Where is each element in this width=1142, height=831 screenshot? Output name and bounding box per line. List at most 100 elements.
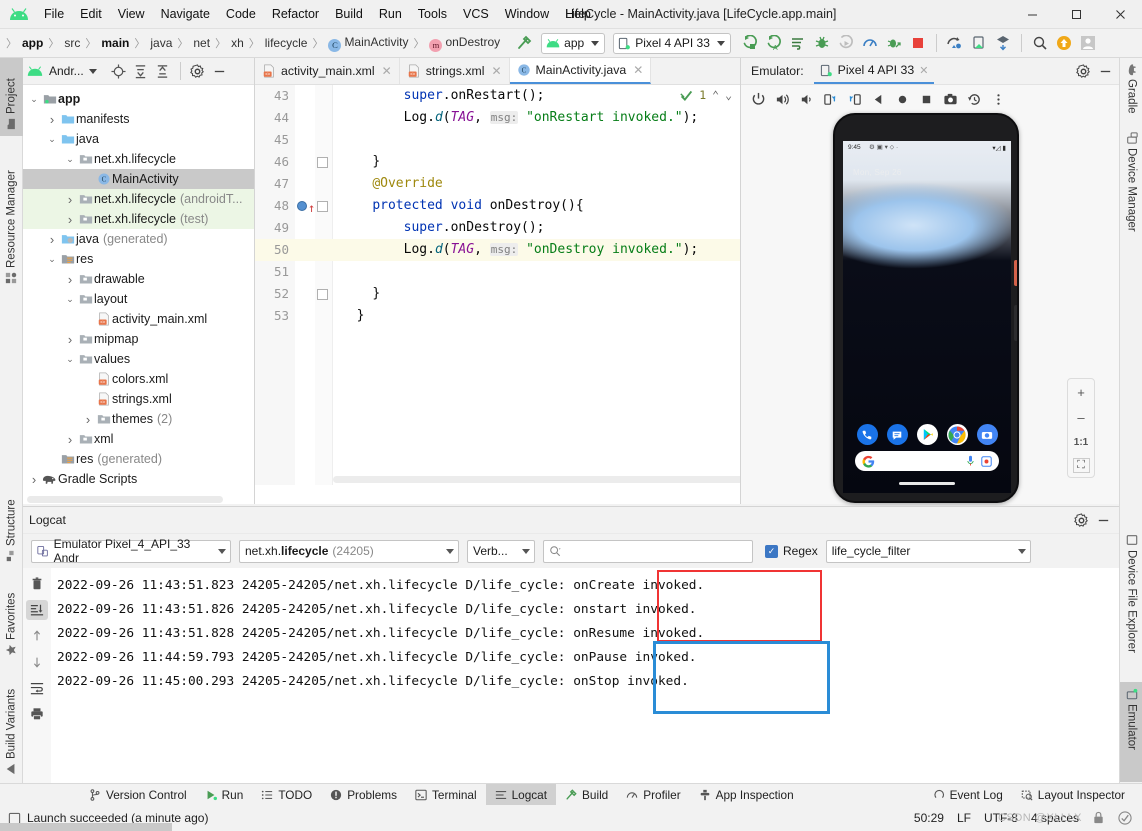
navigation-pill[interactable] [899,482,955,485]
caret-position[interactable]: 50:29 [914,811,944,825]
chevron-right-icon[interactable]: › [63,192,77,207]
tab-activity-main-xml[interactable]: <> activity_main.xml ✕ [255,58,400,84]
chevron-down-icon[interactable]: ⌄ [63,154,77,165]
regex-toggle[interactable]: ✓ Regex [765,544,818,558]
history-icon[interactable] [963,88,985,110]
tree-node-colors-xml[interactable]: <> colors.xml [23,369,254,389]
minimize-button[interactable] [1010,0,1054,29]
screenshot-icon[interactable] [939,88,961,110]
code-line[interactable]: 50 Log.d(TAG, msg: "onDestroy invoked.")… [255,239,740,261]
device-selector[interactable]: Pixel 4 API 33 [613,32,731,54]
hide-icon[interactable] [1093,510,1113,530]
tree-node-res[interactable]: res (generated) [23,449,254,469]
emulator-device-tab[interactable]: Pixel 4 API 33 ✕ [813,58,935,84]
volume-up-icon[interactable] [771,88,793,110]
chevron-down-icon[interactable]: ⌄ [27,94,41,105]
tool-window-terminal[interactable]: Terminal [406,784,486,806]
inspection-icon[interactable] [1118,811,1132,825]
sidebar-item-gradle[interactable]: Gradle [1120,58,1142,122]
breadcrumb-mainactivity[interactable]: C MainActivity [325,34,411,53]
tab-mainactivity-java[interactable]: C MainActivity.java ✕ [509,58,652,84]
clear-logcat-icon[interactable] [26,574,48,594]
chevron-right-icon[interactable]: › [63,432,77,447]
breakpoint-icon[interactable] [297,201,307,211]
menu-run[interactable]: Run [371,4,410,24]
account-icon[interactable] [1077,32,1099,54]
fold-marker-icon[interactable] [317,201,328,212]
tree-node-xml[interactable]: › xml [23,429,254,449]
logcat-entry[interactable]: 2022-09-26 11:43:51.826 24205-24205/net.… [57,598,1119,622]
tree-node-mainactivity[interactable]: C MainActivity [23,169,254,189]
chevron-down-icon[interactable]: ⌄ [45,254,59,265]
tool-window-layout-inspector[interactable]: Layout Inspector [1012,784,1134,806]
hammer-icon[interactable] [513,32,535,54]
run-icon[interactable] [739,32,761,54]
chrome-icon[interactable] [946,424,968,445]
rotate-right-icon[interactable] [843,88,865,110]
close-button[interactable] [1098,0,1142,29]
chevron-right-icon[interactable]: › [63,272,77,287]
gear-icon[interactable] [1071,510,1091,530]
inspection-widget[interactable]: 1 ⌃ ⌄ [680,88,732,102]
code-line[interactable]: 48 ↑ protected void onDestroy(){ [255,195,740,217]
logcat-entry[interactable]: 2022-09-26 11:43:51.828 24205-24205/net.… [57,622,1119,646]
breadcrumb-net[interactable]: net [190,35,213,51]
breadcrumb-lifecycle[interactable]: lifecycle [262,35,311,51]
collapse-all-icon[interactable] [153,61,173,81]
down-icon[interactable] [26,652,48,672]
chevron-down-icon[interactable]: ⌄ [45,134,59,145]
debug-icon[interactable] [811,32,833,54]
tree-node-manifests[interactable]: › manifests [23,109,254,129]
tree-node-activity-main-xml[interactable]: <> activity_main.xml [23,309,254,329]
emulator-device-frame[interactable]: 9:45 ⚙ ▣ ▾ ⬦ · ▾◿ ▮ Mon, Sep 26 [833,113,1019,503]
menu-code[interactable]: Code [218,4,264,24]
tree-node-java[interactable]: ⌄ java [23,129,254,149]
attach-debugger-icon[interactable] [883,32,905,54]
logcat-entry[interactable]: 2022-09-26 11:44:59.793 24205-24205/net.… [57,646,1119,670]
menu-view[interactable]: View [110,4,153,24]
menu-file[interactable]: File [36,4,72,24]
power-icon[interactable] [747,88,769,110]
chevron-right-icon[interactable]: › [45,232,59,247]
apply-changes-icon[interactable] [787,32,809,54]
code-line[interactable]: 53 } [255,305,740,327]
fold-marker-icon[interactable] [317,289,328,300]
sync-gradle-icon[interactable] [944,32,966,54]
hide-icon[interactable] [210,61,230,81]
back-icon[interactable] [867,88,889,110]
fold-marker-icon[interactable] [317,157,328,168]
expand-all-icon[interactable] [131,61,151,81]
avd-manager-icon[interactable] [968,32,990,54]
device-power-button[interactable] [1014,260,1017,286]
tool-window-run[interactable]: Run [196,784,253,806]
close-icon[interactable]: ✕ [382,64,392,78]
logcat-filter-selector[interactable]: life_cycle_filter [825,539,1031,563]
phone-icon[interactable] [856,424,878,445]
menu-edit[interactable]: Edit [72,4,110,24]
regex-checkbox[interactable]: ✓ [765,544,778,558]
sidebar-item-resource-manager[interactable]: Resource Manager [0,138,23,290]
soft-wrap-icon[interactable] [26,678,48,698]
override-marker-icon[interactable]: ↑ [308,197,315,219]
code-line[interactable]: 47 @Override [255,173,740,195]
search-everywhere-icon[interactable] [1029,32,1051,54]
chevron-down-icon[interactable] [88,68,97,74]
chevron-right-icon[interactable]: › [81,412,95,427]
code-area[interactable]: 43 super.onRestart(); 44 Log.d(TAG, msg: … [255,85,740,485]
tree-node-java[interactable]: › java (generated) [23,229,254,249]
run-configuration-selector[interactable]: app [541,32,606,54]
inspection-prev-icon[interactable]: ⌃ [712,88,719,102]
rotate-left-icon[interactable] [819,88,841,110]
google-search-bar[interactable] [855,451,999,471]
camera-icon[interactable] [976,424,998,445]
tool-window-logcat[interactable]: Logcat [485,783,557,806]
tree-node-strings-xml[interactable]: <> strings.xml [23,389,254,409]
volume-down-icon[interactable] [795,88,817,110]
home-icon[interactable] [891,88,913,110]
logcat-search-input[interactable] [543,539,753,563]
zoom-fit-button[interactable]: ⛶ [1072,458,1090,473]
emulator-screen[interactable]: 9:45 ⚙ ▣ ▾ ⬦ · ▾◿ ▮ Mon, Sep 26 [843,141,1011,493]
menu-vcs[interactable]: VCS [455,4,497,24]
sidebar-item-favorites[interactable]: Favorites [0,570,23,662]
close-icon[interactable]: ✕ [491,64,501,78]
